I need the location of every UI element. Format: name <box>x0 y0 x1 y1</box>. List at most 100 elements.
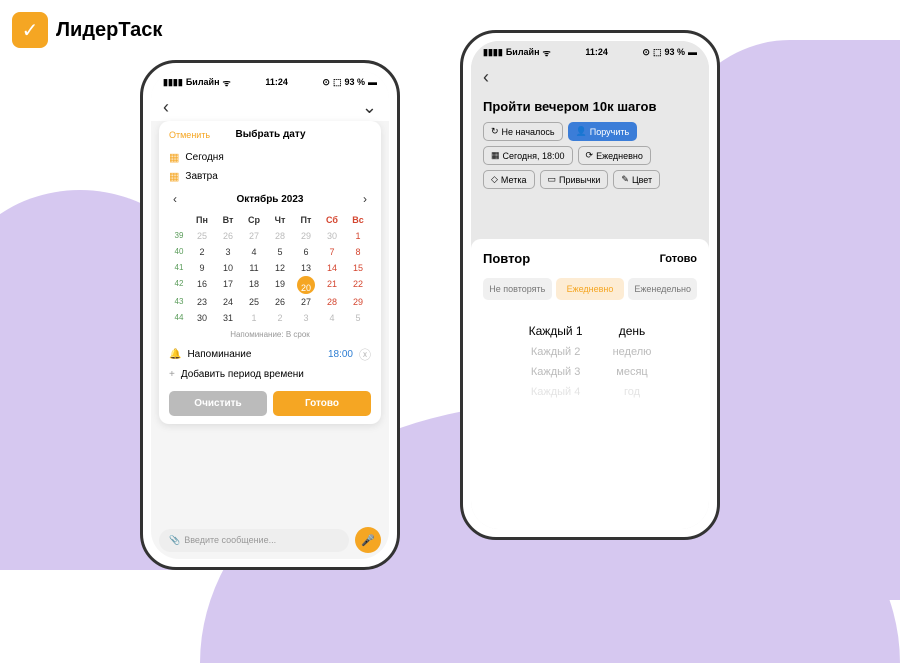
brand: ✓ ЛидерТаск <box>12 12 162 48</box>
seg-none[interactable]: Не повторять <box>483 278 552 300</box>
clear-reminder-icon[interactable]: ⓧ <box>359 346 371 363</box>
message-input[interactable]: 📎 Введите сообщение... <box>159 529 349 552</box>
tomorrow-row[interactable]: ▦ Завтра <box>169 167 371 186</box>
task-detail: Пройти вечером 10к шагов ↻Не началось 👤П… <box>471 91 709 197</box>
reminder-row[interactable]: 🔔 Напоминание 18:00 ⓧ <box>169 343 371 366</box>
cal-day[interactable]: 29 <box>293 228 319 244</box>
lock-icon: ⬚ <box>653 47 662 58</box>
cal-day[interactable]: 5 <box>267 244 293 260</box>
seg-weekly[interactable]: Еженедельно <box>628 278 697 300</box>
week-num: 41 <box>169 260 189 276</box>
folder-icon: ▭ <box>548 174 557 185</box>
wifi-icon: ᯤ <box>223 76 231 89</box>
back-button[interactable]: ‹ <box>483 67 489 88</box>
expand-button[interactable]: ⌄ <box>362 97 377 118</box>
calendar-icon: ▦ <box>491 150 500 161</box>
cal-day[interactable]: 4 <box>241 244 267 260</box>
cal-day[interactable]: 2 <box>267 310 293 326</box>
cal-day[interactable]: 28 <box>267 228 293 244</box>
cal-day[interactable]: 18 <box>241 276 267 294</box>
cal-day[interactable]: 14 <box>319 260 345 276</box>
cal-day[interactable]: 15 <box>345 260 371 276</box>
calendar-grid: ПнВтСрЧтПтСбВс39252627282930140234567841… <box>169 212 371 326</box>
seg-daily[interactable]: Ежедневно <box>556 278 625 300</box>
cal-day[interactable]: 3 <box>215 244 241 260</box>
cal-day[interactable]: 9 <box>189 260 215 276</box>
clear-button[interactable]: Очистить <box>169 391 267 416</box>
cal-day[interactable]: 4 <box>319 310 345 326</box>
cal-day[interactable]: 23 <box>189 294 215 310</box>
reminder-time[interactable]: 18:00 <box>328 349 353 360</box>
cal-day[interactable]: 1 <box>345 228 371 244</box>
nav-row: ‹ ⌄ <box>151 93 389 121</box>
cal-day[interactable]: 19 <box>267 276 293 294</box>
cal-day[interactable]: 16 <box>189 276 215 294</box>
task-title: Пройти вечером 10к шагов <box>483 99 697 114</box>
cal-day[interactable]: 24 <box>215 294 241 310</box>
cal-day[interactable]: 20 <box>297 276 315 294</box>
bell-icon: 🔔 <box>169 349 181 360</box>
user-icon: 👤 <box>576 126 587 137</box>
cal-day[interactable]: 25 <box>241 294 267 310</box>
next-month-button[interactable]: › <box>359 192 371 206</box>
modal-title: Выбрать дату <box>236 129 306 140</box>
cal-day[interactable]: 29 <box>345 294 371 310</box>
cal-day[interactable]: 17 <box>215 276 241 294</box>
attach-icon[interactable]: 📎 <box>169 535 180 546</box>
repeat-icon: ⟳ <box>586 150 594 161</box>
cal-day[interactable]: 21 <box>319 276 345 294</box>
dow: Вт <box>215 212 241 228</box>
cal-day[interactable]: 13 <box>293 260 319 276</box>
calendar-icon: ▦ <box>169 151 179 164</box>
brand-text: ЛидерТаск <box>56 19 162 42</box>
done-button[interactable]: Готово <box>273 391 371 416</box>
repeat-chip[interactable]: ⟳Ежедневно <box>578 146 651 165</box>
cal-day[interactable]: 3 <box>293 310 319 326</box>
cal-day[interactable]: 8 <box>345 244 371 260</box>
cal-day[interactable]: 7 <box>319 244 345 260</box>
add-period-row[interactable]: + Добавить период времени <box>169 366 371 383</box>
alarm-icon: ⊙ <box>642 47 650 58</box>
cal-day[interactable]: 10 <box>215 260 241 276</box>
alarm-icon: ⊙ <box>322 77 330 88</box>
mic-button[interactable]: 🎤 <box>355 527 381 553</box>
back-button[interactable]: ‹ <box>163 97 169 118</box>
date-chip[interactable]: ▦Сегодня, 18:00 <box>483 146 573 165</box>
cal-day[interactable]: 28 <box>319 294 345 310</box>
dow: Пт <box>293 212 319 228</box>
cal-day[interactable]: 30 <box>319 228 345 244</box>
habits-chip[interactable]: ▭Привычки <box>540 170 609 189</box>
cancel-button[interactable]: Отменить <box>169 130 210 140</box>
cal-day[interactable]: 2 <box>189 244 215 260</box>
color-chip[interactable]: ✎Цвет <box>613 170 660 189</box>
cal-day[interactable]: 12 <box>267 260 293 276</box>
cal-day[interactable]: 30 <box>189 310 215 326</box>
status-time: 11:24 <box>265 77 288 87</box>
brand-logo-icon: ✓ <box>12 12 48 48</box>
battery-icon: ▬ <box>368 77 377 87</box>
repeat-segments: Не повторять Ежедневно Еженедельно <box>483 278 697 300</box>
cal-day[interactable]: 26 <box>267 294 293 310</box>
cal-day[interactable]: 27 <box>241 228 267 244</box>
cal-day[interactable]: 5 <box>345 310 371 326</box>
tag-icon: ◇ <box>491 174 498 185</box>
cal-day[interactable]: 27 <box>293 294 319 310</box>
cal-day[interactable]: 25 <box>189 228 215 244</box>
cal-day[interactable]: 11 <box>241 260 267 276</box>
signal-icon: ▮▮▮▮ <box>483 47 503 58</box>
cal-day[interactable]: 26 <box>215 228 241 244</box>
cal-day[interactable]: 31 <box>215 310 241 326</box>
dow: Чт <box>267 212 293 228</box>
dow: Вс <box>345 212 371 228</box>
tag-chip[interactable]: ◇Метка <box>483 170 535 189</box>
status-chip[interactable]: ↻Не началось <box>483 122 563 141</box>
cal-day[interactable]: 22 <box>345 276 371 294</box>
refresh-icon: ↻ <box>491 126 499 137</box>
repeat-done-button[interactable]: Готово <box>660 253 697 265</box>
repeat-picker[interactable]: Каждый 1 Каждый 2 Каждый 3 Каждый 4 день… <box>483 320 697 402</box>
today-row[interactable]: ▦ Сегодня <box>169 148 371 167</box>
cal-day[interactable]: 1 <box>241 310 267 326</box>
prev-month-button[interactable]: ‹ <box>169 192 181 206</box>
assign-chip[interactable]: 👤Поручить <box>568 122 638 141</box>
cal-day[interactable]: 6 <box>293 244 319 260</box>
